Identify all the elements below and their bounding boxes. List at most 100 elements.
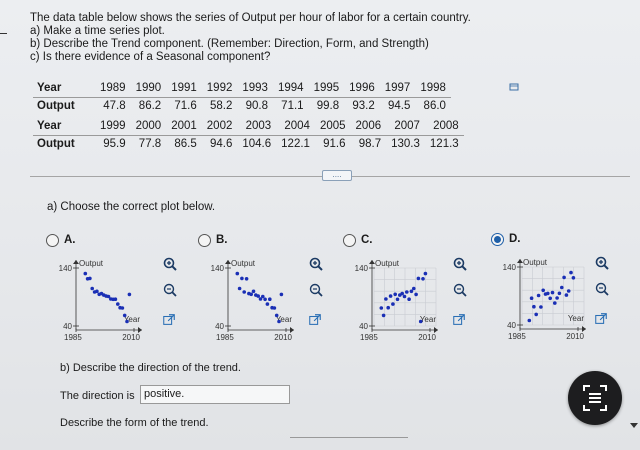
x-tick-label: 1985 — [508, 332, 526, 341]
option-radio-a[interactable] — [46, 234, 59, 247]
edge-marker — [0, 33, 7, 34]
data-point — [560, 285, 564, 290]
data-point — [88, 276, 92, 281]
expand-icon[interactable] — [452, 313, 466, 327]
y-axis-label: Output — [375, 259, 400, 268]
option-radio-c[interactable] — [343, 234, 356, 247]
data-point — [127, 292, 132, 297]
data-point — [244, 277, 249, 281]
question-text: The data table below shows the series of… — [30, 12, 471, 64]
year-cell: 2004 — [276, 118, 315, 136]
data-point — [274, 313, 279, 318]
year-cell: 2003 — [237, 118, 277, 136]
y-tick-label: 140 — [355, 264, 369, 273]
year-cell: 1990 — [130, 80, 167, 98]
data-point — [393, 292, 397, 297]
data-point — [279, 292, 284, 297]
output-cell: 121.3 — [429, 138, 459, 151]
data-point — [277, 319, 281, 324]
data-point — [534, 312, 538, 317]
direction-answer-box[interactable]: positive. — [140, 385, 290, 404]
intro-line-4: c) Is there evidence of a Seasonal compo… — [30, 51, 271, 63]
data-point — [550, 290, 555, 295]
scroll-arrow-icon[interactable] — [630, 423, 638, 428]
expand-icon[interactable] — [308, 313, 322, 327]
zoom-in-icon[interactable] — [452, 256, 468, 272]
data-point — [412, 286, 416, 291]
zoom-out-icon[interactable] — [594, 281, 610, 297]
zoom-in-icon[interactable] — [162, 256, 178, 272]
data-point — [235, 271, 240, 276]
year-cell: 2005 — [314, 118, 351, 136]
data-point — [268, 297, 272, 301]
intro-line-2: a) Make a time series plot. — [30, 25, 165, 37]
zoom-out-icon[interactable] — [308, 282, 324, 298]
option-radio-b[interactable] — [198, 234, 211, 247]
data-point — [539, 305, 543, 309]
output-cell: 98.7 — [358, 138, 382, 151]
y-tick-label: 40 — [215, 322, 224, 331]
year-cell: 1996 — [344, 80, 380, 98]
question-page: The data table below shows the series of… — [0, 0, 640, 450]
data-point — [562, 275, 566, 280]
output-cell: 90.8 — [245, 100, 268, 113]
answer-line — [290, 437, 408, 438]
x-tick-label: 1985 — [360, 333, 378, 342]
year-header: Year — [33, 118, 95, 136]
expand-icon[interactable] — [594, 312, 608, 326]
data-point — [386, 305, 390, 310]
output-cell: 86.0 — [423, 100, 446, 113]
data-table-1: Year 1989 1990 1991 1992 1993 1994 1995 1996 1997… — [33, 80, 451, 115]
zoom-in-icon[interactable] — [594, 255, 610, 271]
zoom-out-icon[interactable] — [452, 282, 468, 298]
data-point — [261, 294, 265, 299]
zoom-out-icon[interactable] — [162, 282, 178, 298]
year-cell: 1993 — [237, 80, 273, 98]
year-cell: 1995 — [308, 80, 345, 98]
data-table-2: Year 1999 2000 2001 2002 2003 2004 2005 2006 2007… — [33, 118, 464, 153]
option-radio-d[interactable] — [491, 233, 504, 246]
option-letter: B. — [216, 234, 228, 246]
output-cell: 93.2 — [352, 100, 375, 113]
part-a-prompt: a) Choose the correct plot below. — [47, 201, 216, 213]
year-cell: 1991 — [166, 80, 202, 98]
data-point — [90, 286, 94, 291]
year-cell: 1999 — [95, 118, 131, 136]
output-cell: 99.8 — [316, 100, 340, 113]
data-point — [416, 276, 421, 281]
zoom-in-icon[interactable] — [308, 256, 324, 272]
option-letter: C. — [361, 234, 373, 246]
x-axis-label: Year — [420, 315, 437, 324]
keyboard-button[interactable] — [568, 371, 622, 425]
output-cell: 86.2 — [138, 100, 162, 113]
data-point — [272, 306, 277, 310]
y-tick-label: 140 — [503, 263, 517, 272]
y-axis-label: Output — [523, 258, 548, 267]
data-point — [242, 290, 246, 294]
data-point — [571, 276, 576, 280]
output-cell: 104.6 — [242, 138, 272, 151]
copy-table-icon[interactable] — [509, 82, 519, 92]
intro-line-3: b) Describe the Trend component. (Rememb… — [30, 38, 429, 50]
expand-more-button[interactable]: .... — [322, 170, 352, 181]
data-point — [122, 313, 127, 318]
output-cell: 47.8 — [103, 100, 126, 113]
intro-line-1: The data table below shows the series of… — [30, 12, 471, 24]
data-point — [418, 319, 423, 324]
expand-icon[interactable] — [162, 313, 176, 327]
output-cell: 130.3 — [391, 138, 420, 151]
data-point — [536, 293, 541, 298]
data-point — [251, 289, 256, 294]
x-tick-label: 2010 — [566, 332, 584, 341]
option-plot-d[interactable]: 140 40 Output Year 1985 2010 — [500, 251, 600, 341]
option-plot-a[interactable]: 14040OutputYear1985 2010 — [56, 252, 156, 342]
option-letter: D. — [509, 233, 521, 245]
data-point — [249, 292, 253, 297]
y-tick-label: 140 — [211, 264, 225, 273]
year-cell: 2008 — [424, 118, 464, 136]
output-cell: 94.5 — [387, 100, 411, 113]
data-point — [527, 318, 532, 323]
keyboard-icon — [583, 385, 607, 411]
option-plot-b[interactable]: 14040OutputYear1985 2010 — [208, 252, 308, 342]
option-plot-c[interactable]: 140 40 Output Year 1985 2010 — [352, 252, 452, 342]
